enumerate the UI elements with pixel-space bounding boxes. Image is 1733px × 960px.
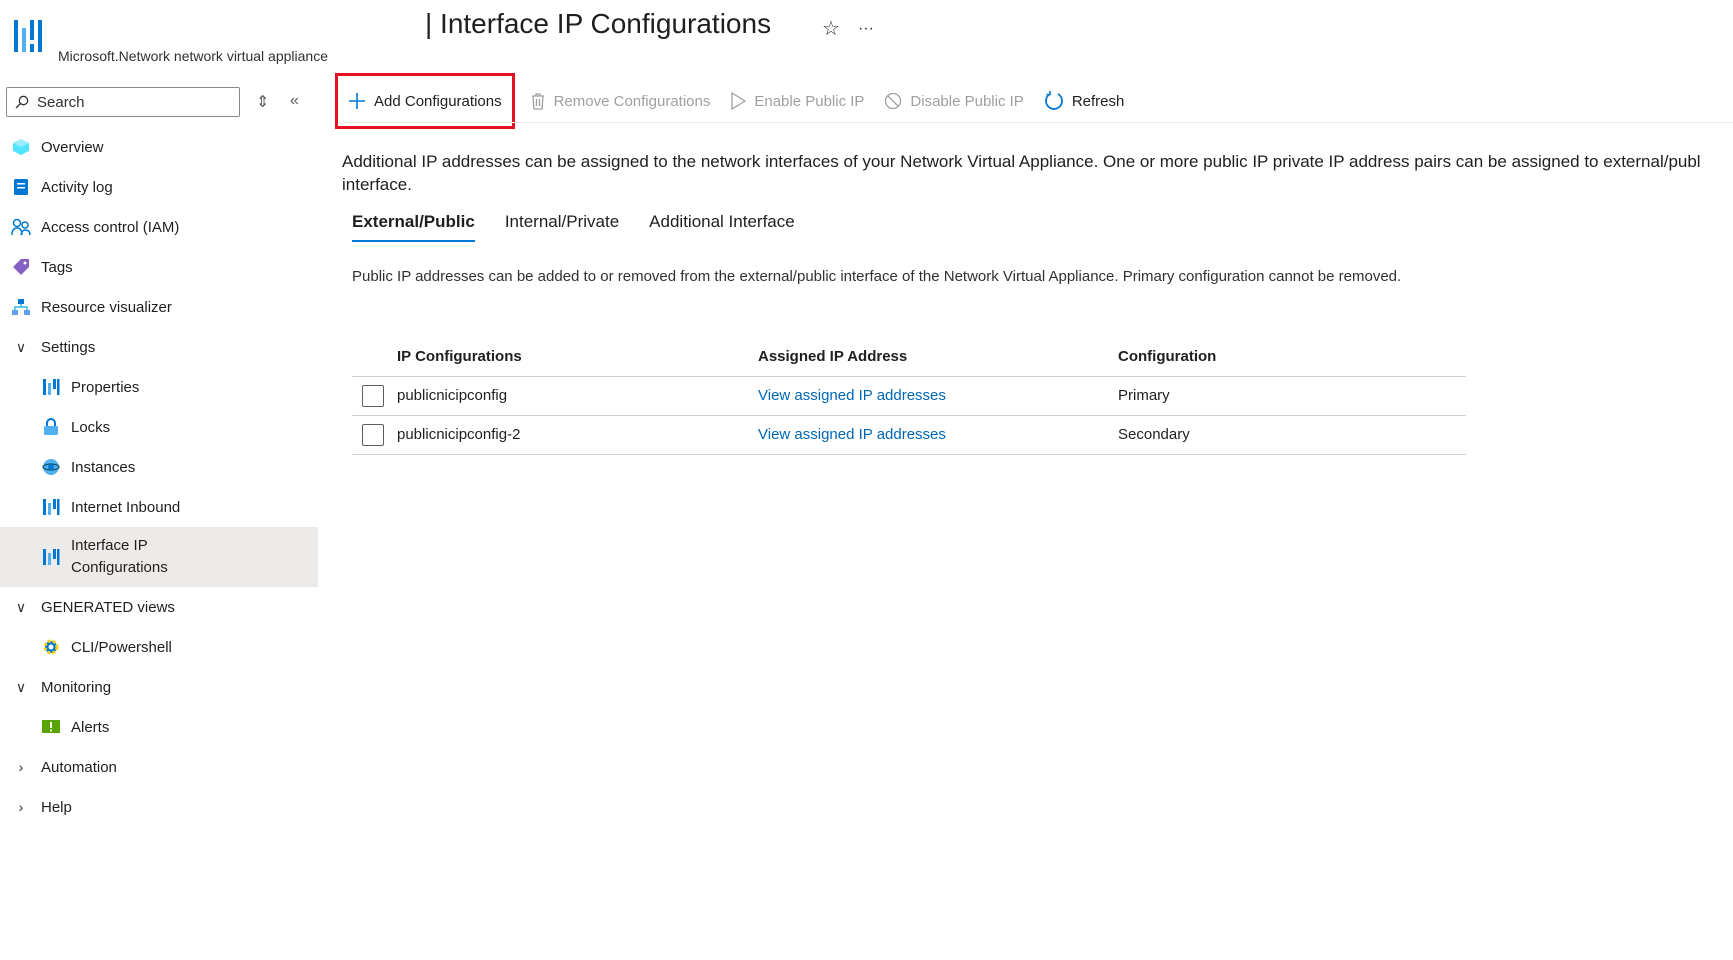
chevron-right-icon: › (18, 759, 24, 775)
tab-description: Public IP addresses can be added to or r… (352, 268, 1402, 285)
table-row: publicnicipconfig-2 View assigned IP add… (352, 415, 1466, 455)
sidebar-group-automation[interactable]: › Automation (0, 747, 318, 787)
chevron-down-icon: ∨ (15, 678, 27, 695)
play-icon (731, 92, 747, 110)
sidebar-group-help[interactable]: › Help (0, 787, 318, 827)
lock-icon (40, 416, 62, 438)
column-header-assigned-ip: Assigned IP Address (758, 338, 1118, 377)
block-icon (885, 92, 902, 110)
row-checkbox[interactable] (362, 384, 384, 407)
sidebar-item-instances[interactable]: Instances (0, 447, 318, 487)
alert-icon (40, 716, 62, 738)
hierarchy-icon (10, 296, 32, 318)
sidebar-item-activity-log[interactable]: Activity log (0, 167, 318, 207)
sidebar-item-tags[interactable]: Tags (0, 247, 318, 287)
sidebar-item-cli-powershell[interactable]: CLI/Powershell (0, 627, 318, 667)
refresh-icon (1044, 91, 1063, 110)
view-assigned-ip-link[interactable]: View assigned IP addresses (758, 387, 946, 404)
chevron-right-icon: › (18, 799, 24, 815)
sidebar-item-interface-ip-configurations[interactable]: Interface IP Configurations (0, 527, 318, 587)
portal-page: Microsoft.Network network virtual applia… (0, 0, 1733, 960)
column-header-configuration: Configuration (1118, 338, 1466, 377)
activity-log-icon (10, 176, 32, 198)
people-icon (10, 216, 32, 238)
page-description: Additional IP addresses can be assigned … (342, 152, 1701, 194)
disable-public-ip-button[interactable]: Disable Public IP (874, 81, 1033, 121)
table-row: publicnicipconfig View assigned IP addre… (352, 376, 1466, 416)
cli-gear-icon (40, 636, 62, 658)
interface-tabs: External/Public Internal/Private Additio… (352, 212, 795, 242)
remove-configurations-button[interactable]: Remove Configurations (520, 81, 721, 121)
table-header-row: IP Configurations Assigned IP Address Co… (352, 338, 1466, 377)
row-checkbox[interactable] (362, 423, 384, 446)
expand-collapse-icon[interactable]: ⇕ (256, 92, 269, 112)
configuration-type: Secondary (1118, 415, 1466, 455)
sidebar-search[interactable] (6, 87, 240, 117)
search-input[interactable] (35, 92, 225, 112)
sidebar-item-alerts[interactable]: Alerts (0, 707, 318, 747)
instances-icon (40, 456, 62, 478)
select-column-header (352, 338, 397, 377)
sidebar-group-settings[interactable]: ∨ Settings (0, 327, 318, 367)
tag-icon (10, 256, 32, 278)
add-configurations-button[interactable]: Add Configurations (335, 73, 515, 129)
trash-icon (531, 93, 544, 110)
enable-public-ip-button[interactable]: Enable Public IP (720, 81, 874, 121)
resource-type-label: Microsoft.Network network virtual applia… (58, 48, 328, 64)
ip-config-name: publicnicipconfig-2 (397, 415, 758, 455)
sidebar-group-monitoring[interactable]: ∨ Monitoring (0, 667, 318, 707)
configuration-type: Primary (1118, 376, 1466, 416)
cube-icon (10, 136, 32, 158)
ip-configurations-table: IP Configurations Assigned IP Address Co… (352, 338, 1466, 455)
title-actions: ☆ ··· (822, 16, 874, 41)
tab-external-public[interactable]: External/Public (352, 212, 475, 242)
sidebar-item-properties[interactable]: Properties (0, 367, 318, 407)
more-options-icon[interactable]: ··· (858, 20, 874, 38)
sidebar-item-locks[interactable]: Locks (0, 407, 318, 447)
properties-icon (40, 376, 62, 398)
toolbar-divider (338, 122, 1733, 123)
view-assigned-ip-link[interactable]: View assigned IP addresses (758, 426, 946, 443)
favorite-star-icon[interactable]: ☆ (822, 16, 840, 41)
command-bar: Add Configurations Remove Configurations… (335, 73, 1135, 129)
nva-logo-icon (14, 20, 42, 52)
tab-internal-private[interactable]: Internal/Private (505, 212, 619, 242)
plus-icon (349, 93, 365, 109)
chevron-down-icon: ∨ (15, 598, 27, 615)
sidebar-item-overview[interactable]: Overview (0, 127, 318, 167)
chevron-down-icon: ∨ (15, 338, 27, 355)
sidebar-nav: Overview Activity log Access control (IA… (0, 127, 318, 827)
column-header-ip-configurations: IP Configurations (397, 338, 758, 377)
tab-additional-interface[interactable]: Additional Interface (649, 212, 795, 242)
ip-config-name: publicnicipconfig (397, 376, 758, 416)
sidebar-item-resource-visualizer[interactable]: Resource visualizer (0, 287, 318, 327)
search-icon (15, 95, 29, 109)
page-title: | Interface IP Configurations (425, 8, 772, 39)
sidebar-item-internet-inbound[interactable]: Internet Inbound (0, 487, 318, 527)
sidebar-group-generated-views[interactable]: ∨ GENERATED views (0, 587, 318, 627)
interface-ip-icon (40, 546, 62, 568)
sidebar-item-access-control[interactable]: Access control (IAM) (0, 207, 318, 247)
internet-inbound-icon (40, 496, 62, 518)
collapse-sidebar-icon[interactable]: « (290, 92, 299, 110)
refresh-button[interactable]: Refresh (1034, 81, 1135, 121)
